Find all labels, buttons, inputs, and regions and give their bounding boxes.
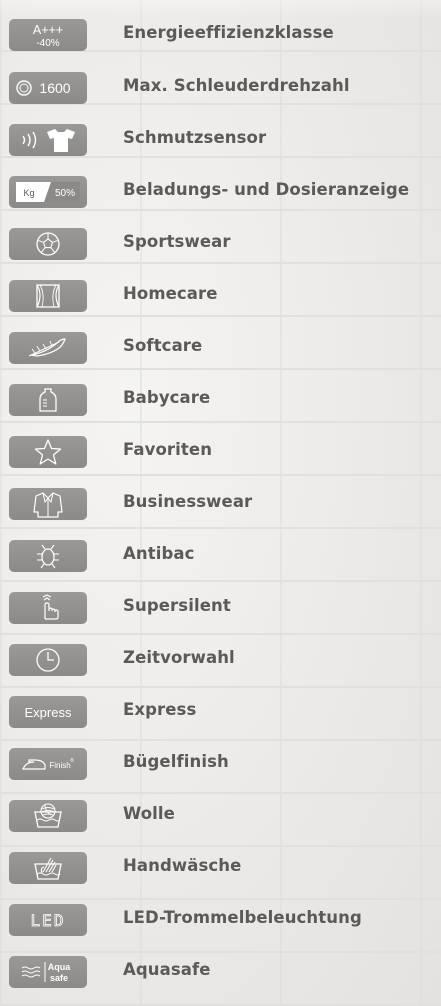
homecare-icon	[9, 280, 87, 312]
load-indicator-icon: Kg 50%	[9, 176, 87, 208]
feature-label: Antibac	[123, 544, 195, 563]
softcare-icon	[9, 332, 87, 364]
spin-speed-icon: 1600	[9, 72, 87, 104]
feature-row-supersilent: Supersilent	[0, 588, 441, 628]
feature-label: Beladungs- und Dosieranzeige	[123, 180, 410, 199]
iron-finish-icon: Finish ®	[9, 748, 87, 780]
feature-row-led: LED LED-Trommelbeleuchtung	[0, 900, 441, 940]
feature-row-timer: Zeitvorwahl	[0, 640, 441, 680]
led-icon: LED	[9, 904, 87, 936]
feature-label: Favoriten	[123, 440, 213, 459]
svg-text:Express: Express	[25, 705, 72, 720]
feature-label: Handwäsche	[123, 856, 242, 875]
feature-row-iron-finish: Finish ® Bügelfinish	[0, 744, 441, 784]
antibac-icon	[9, 540, 87, 572]
feature-label: Energieeffizienzklasse	[123, 23, 334, 42]
feature-label: Businesswear	[123, 492, 253, 511]
feature-row-wool: Wolle	[0, 796, 441, 836]
svg-text:Finish: Finish	[49, 761, 70, 770]
feature-row-energy: A+++ -40% Energieeffizienzklasse	[0, 15, 441, 55]
svg-text:1600: 1600	[39, 80, 70, 96]
timer-icon	[9, 644, 87, 676]
feature-label: Wolle	[123, 804, 175, 823]
feature-row-softcare: Softcare	[0, 328, 441, 368]
feature-label: Aquasafe	[123, 960, 211, 979]
supersilent-icon	[9, 592, 87, 624]
svg-text:Aqua: Aqua	[48, 962, 71, 972]
energy-class-icon: A+++ -40%	[9, 19, 87, 51]
wool-icon	[9, 800, 87, 832]
svg-text:Kg: Kg	[23, 188, 34, 198]
feature-label: Schmutzsensor	[123, 128, 267, 147]
feature-label: Max. Schleuderdrehzahl	[123, 76, 350, 95]
feature-label: Supersilent	[123, 596, 231, 615]
feature-label: Zeitvorwahl	[123, 648, 235, 667]
svg-text:®: ®	[70, 757, 74, 764]
feature-label: Bügelfinish	[123, 752, 229, 771]
feature-row-babycare: Babycare	[0, 380, 441, 420]
feature-label: Babycare	[123, 388, 211, 407]
aquasafe-icon: Aqua safe	[9, 956, 87, 988]
feature-row-favorites: Favoriten	[0, 432, 441, 472]
favorites-icon	[9, 436, 87, 468]
svg-text:-40%: -40%	[36, 38, 59, 49]
feature-label: LED-Trommelbeleuchtung	[123, 908, 362, 927]
sportswear-icon	[9, 228, 87, 260]
express-icon: Express	[9, 696, 87, 728]
feature-row-spin: 1600 Max. Schleuderdrehzahl	[0, 68, 441, 108]
svg-text:A+++: A+++	[33, 23, 63, 37]
babycare-icon	[9, 384, 87, 416]
feature-row-homecare: Homecare	[0, 276, 441, 316]
feature-row-sportswear: Sportswear	[0, 224, 441, 264]
feature-row-businesswear: Businesswear	[0, 484, 441, 524]
businesswear-icon	[9, 488, 87, 520]
feature-row-handwash: Handwäsche	[0, 848, 441, 888]
svg-text:50%: 50%	[55, 188, 75, 199]
feature-label: Homecare	[123, 284, 218, 303]
feature-row-express: Express Express	[0, 692, 441, 732]
feature-label: Softcare	[123, 336, 203, 355]
svg-text:safe: safe	[50, 973, 68, 983]
feature-row-load: Kg 50% Beladungs- und Dosieranzeige	[0, 172, 441, 212]
handwash-icon	[9, 852, 87, 884]
feature-row-antibac: Antibac	[0, 536, 441, 576]
feature-row-dirt-sensor: Schmutzsensor	[0, 120, 441, 160]
feature-label: Sportswear	[123, 232, 231, 251]
feature-row-aquasafe: Aqua safe Aquasafe	[0, 952, 441, 992]
feature-label: Express	[123, 700, 197, 719]
svg-text:LED: LED	[31, 911, 66, 930]
dirt-sensor-icon	[9, 124, 87, 156]
